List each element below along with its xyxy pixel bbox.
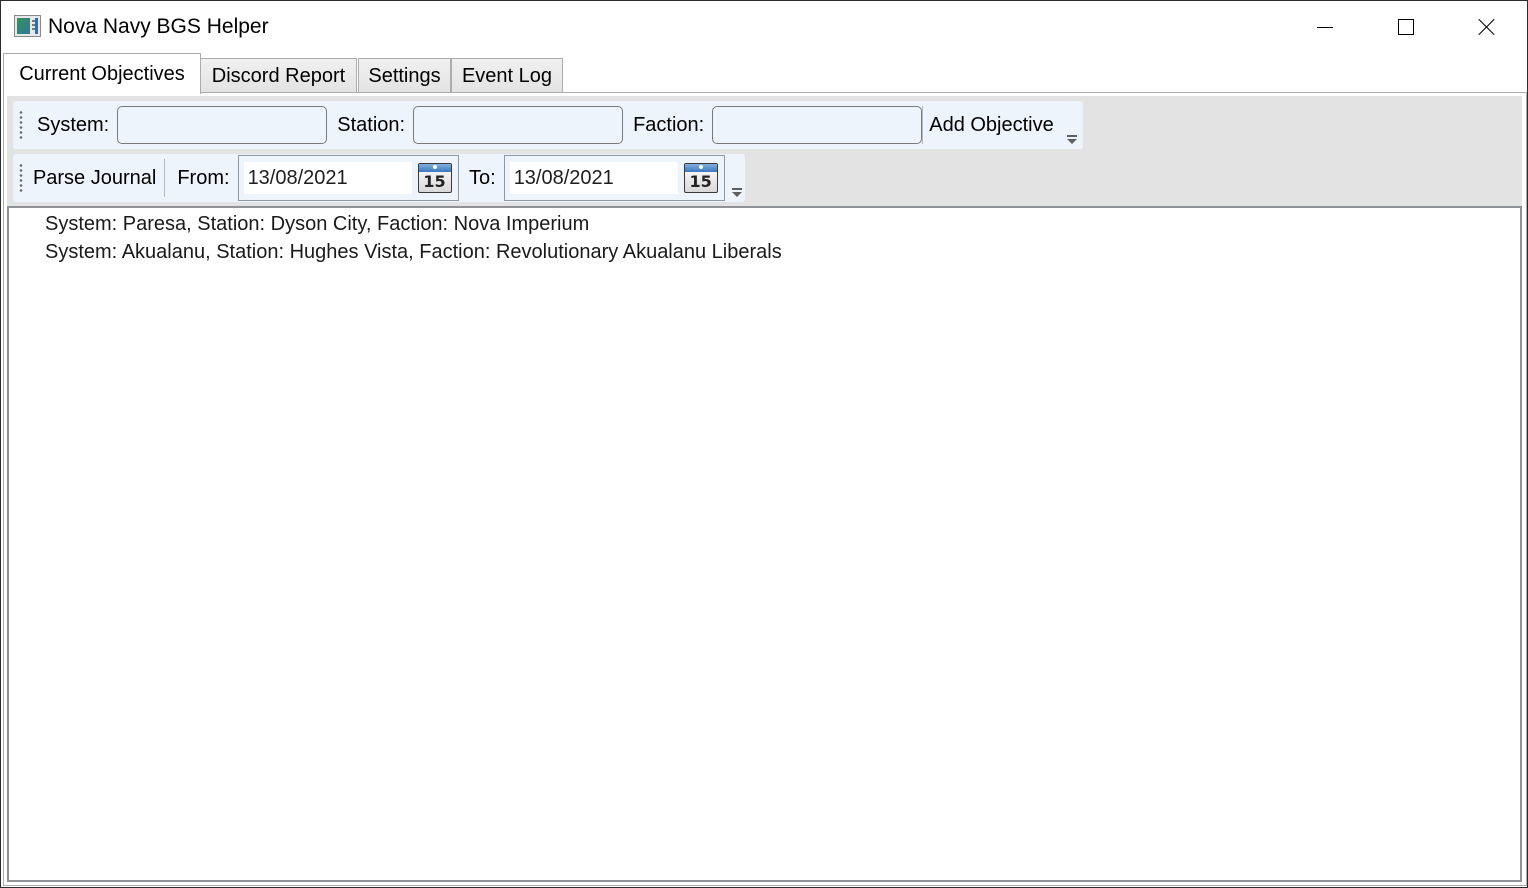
faction-label: Faction: xyxy=(633,113,705,136)
toolbar-overflow-icon[interactable] xyxy=(1064,119,1080,149)
list-item[interactable]: System: Paresa, Station: Dyson City, Fac… xyxy=(45,213,589,236)
to-label: To: xyxy=(469,166,496,189)
from-date-input[interactable]: 13/08/2021 xyxy=(243,162,412,194)
close-icon xyxy=(1478,18,1496,36)
tab-strip: Current Objectives Discord Report Settin… xyxy=(1,53,1527,94)
parse-journal-button[interactable]: Parse Journal xyxy=(31,156,162,200)
toolbar-overflow-icon[interactable] xyxy=(729,172,745,202)
journal-toolbar: Parse Journal From: 13/08/2021 15 To: 13… xyxy=(13,154,745,202)
title-bar[interactable]: Nova Navy BGS Helper xyxy=(1,1,1527,53)
app-icon xyxy=(14,15,41,37)
faction-input[interactable] xyxy=(712,106,923,144)
tab-event-log[interactable]: Event Log xyxy=(451,58,563,93)
station-label: Station: xyxy=(337,113,406,136)
tab-discord-report[interactable]: Discord Report xyxy=(200,58,357,93)
list-item[interactable]: System: Akualanu, Station: Hughes Vista,… xyxy=(45,241,782,264)
maximize-button[interactable] xyxy=(1366,1,1446,53)
system-input[interactable] xyxy=(117,106,328,144)
objective-toolbar: System: Station: Faction: Add Objective xyxy=(13,101,1083,149)
minimize-icon xyxy=(1317,26,1333,28)
window-title: Nova Navy BGS Helper xyxy=(48,15,269,38)
minimize-button[interactable] xyxy=(1285,1,1365,53)
from-date-picker[interactable]: 13/08/2021 15 xyxy=(237,155,459,201)
from-label: From: xyxy=(177,166,230,189)
station-input[interactable] xyxy=(413,106,624,144)
tab-current-objectives[interactable]: Current Objectives xyxy=(3,53,201,94)
toolbar-grip-icon[interactable] xyxy=(17,110,25,140)
objectives-list[interactable]: System: Paresa, Station: Dyson City, Fac… xyxy=(7,206,1522,882)
calendar-icon[interactable]: 15 xyxy=(417,163,452,193)
app-window: Nova Navy BGS Helper Current Objectives … xyxy=(0,0,1528,888)
toolbar-grip-icon[interactable] xyxy=(17,163,25,193)
to-date-picker[interactable]: 13/08/2021 15 xyxy=(503,155,726,201)
maximize-icon xyxy=(1398,19,1414,35)
close-button[interactable] xyxy=(1447,1,1527,53)
tab-settings[interactable]: Settings xyxy=(358,58,451,93)
add-objective-button[interactable]: Add Objective xyxy=(923,103,1060,147)
system-label: System: xyxy=(37,113,110,136)
tab-content-panel: System: Station: Faction: Add Objective … xyxy=(3,92,1527,886)
calendar-icon[interactable]: 15 xyxy=(683,163,718,193)
toolbar-tray: System: Station: Faction: Add Objective … xyxy=(7,96,1522,206)
to-date-input[interactable]: 13/08/2021 xyxy=(509,162,678,194)
toolbar-separator xyxy=(164,159,166,197)
